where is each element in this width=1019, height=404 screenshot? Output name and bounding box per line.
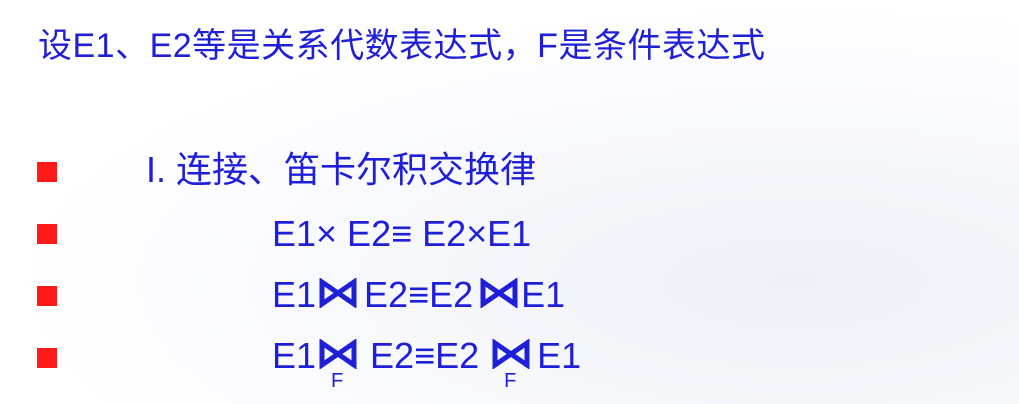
- law-heading: I. 连接、笛卡尔积交换律: [146, 148, 536, 192]
- slide-title: 设E1、E2等是关系代数表达式，F是条件表达式: [38, 27, 766, 65]
- theta-join-condition-2: F: [504, 370, 517, 392]
- cartesian-formula-text: E1× E2≡ E2×E1: [272, 213, 532, 254]
- cartesian-commutative-formula: E1× E2≡ E2×E1: [272, 212, 531, 256]
- theta-join-bowtie-icon-2: F: [489, 337, 533, 391]
- join-right-operand: E1: [521, 274, 566, 315]
- bullet-square-3: [37, 286, 57, 306]
- theta-join-left-operand: E1: [272, 335, 317, 376]
- join-bowtie-icon: [316, 276, 360, 312]
- theta-join-equivalence: E2≡E2: [370, 335, 480, 376]
- join-left-operand: E1: [272, 274, 317, 315]
- bullet-square-1: [37, 162, 57, 182]
- theta-join-condition-1: F: [331, 370, 344, 392]
- theta-join-commutative-formula: E1 F E2≡E2 F E1: [272, 334, 582, 391]
- join-bowtie-icon-2: [477, 276, 521, 312]
- bullet-square-4: [37, 348, 57, 368]
- join-equivalence: E2≡E2: [364, 274, 474, 315]
- bullet-square-2: [37, 224, 57, 244]
- theta-join-bowtie-icon: F: [316, 337, 360, 391]
- theta-join-right-operand: E1: [537, 335, 582, 376]
- slide: 设E1、E2等是关系代数表达式，F是条件表达式 I. 连接、笛卡尔积交换律 E1…: [0, 0, 1019, 404]
- join-commutative-formula: E1 E2≡E2 E1: [272, 273, 565, 317]
- law-heading-text: I. 连接、笛卡尔积交换律: [146, 149, 537, 190]
